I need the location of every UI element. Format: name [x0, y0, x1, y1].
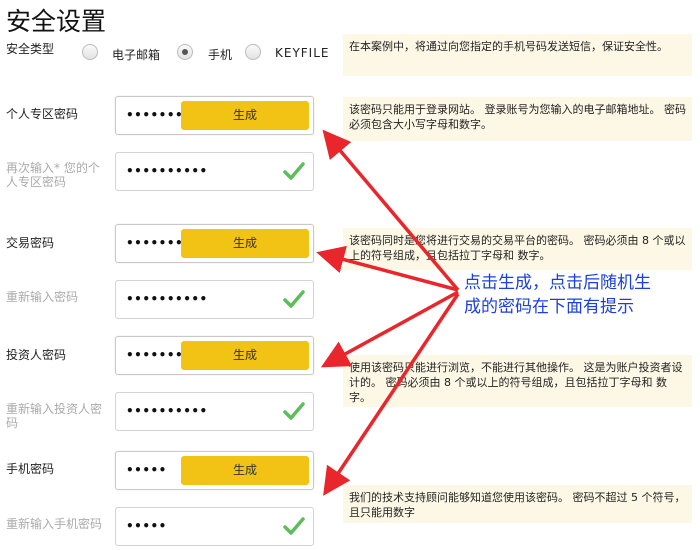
annotation-text: 点击生成，点击后随机生 成的密码在下面有提示 [464, 271, 651, 319]
arrow-to-investor [320, 290, 459, 368]
arrow-to-personal [322, 129, 460, 292]
arrow-to-phone [323, 293, 460, 496]
annotation-line2: 成的密码在下面有提示 [464, 297, 634, 317]
annotation-line1: 点击生成，点击后随机生 [464, 273, 651, 293]
arrow-to-trading [316, 245, 459, 292]
